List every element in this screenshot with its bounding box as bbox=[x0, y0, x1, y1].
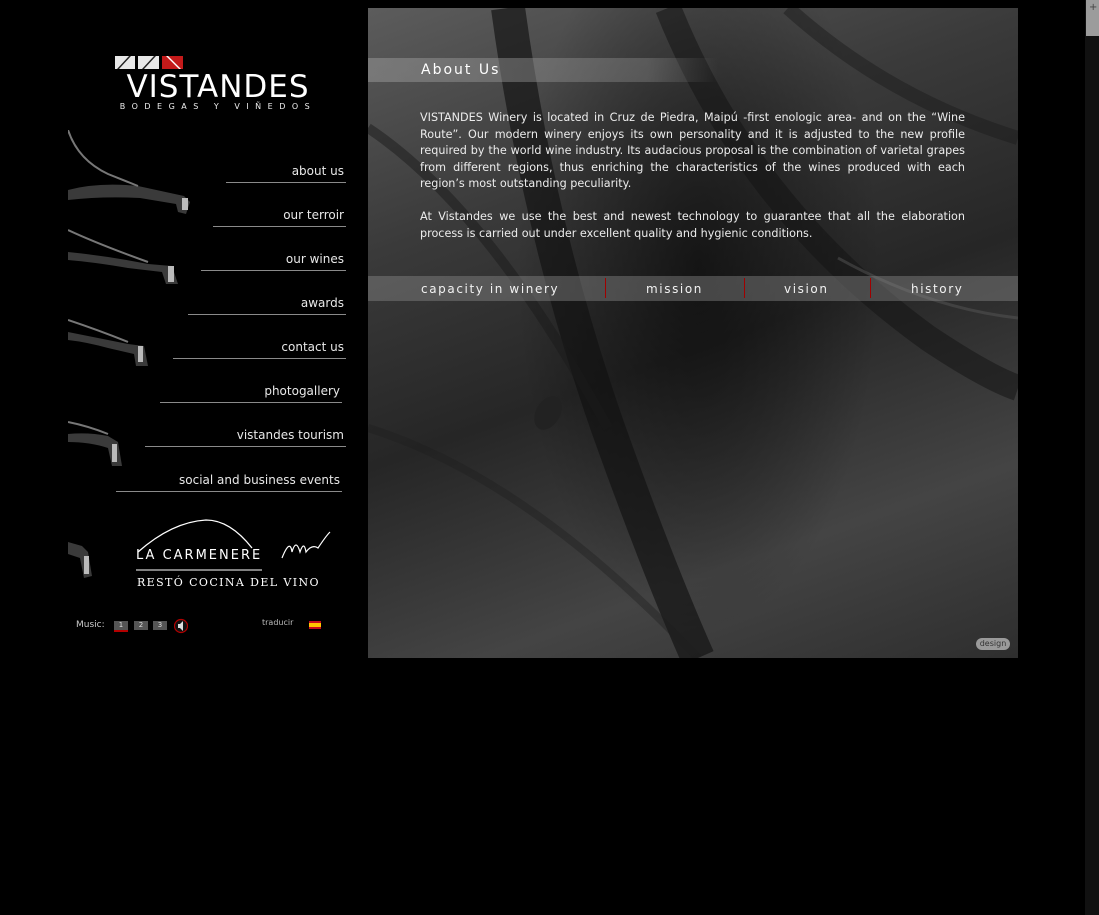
mute-speaker-icon[interactable] bbox=[174, 618, 188, 634]
tab-separator bbox=[870, 278, 871, 298]
restaurant-underline bbox=[136, 569, 262, 571]
nav-item-our-wines[interactable]: our wines bbox=[201, 252, 346, 271]
music-label: Music: bbox=[76, 620, 105, 630]
about-paragraph-1: VISTANDES Winery is located in Cruz de P… bbox=[420, 111, 965, 191]
music-controls: Music: 1 2 3 traducir bbox=[76, 618, 336, 638]
bottle-image bbox=[68, 420, 122, 466]
nav-item-vistandes-tourism[interactable]: vistandes tourism bbox=[145, 428, 346, 447]
logo-stripes-icon bbox=[115, 56, 183, 69]
tab-separator bbox=[605, 278, 606, 298]
nav-item-photogallery[interactable]: photogallery bbox=[160, 384, 342, 403]
about-paragraph-2: At Vistandes we use the best and newest … bbox=[420, 210, 965, 240]
nav-item-our-terroir[interactable]: our terroir bbox=[213, 208, 346, 227]
tab-vision[interactable]: vision bbox=[784, 282, 829, 296]
nav-item-awards[interactable]: awards bbox=[188, 296, 346, 315]
title-bar: About Us bbox=[368, 58, 718, 82]
logo-tagline: BODEGAS Y VIÑEDOS bbox=[119, 102, 317, 111]
about-sub-tabs: capacity in winery mission vision histor… bbox=[368, 276, 1018, 301]
bottle-image bbox=[68, 318, 148, 366]
translate-link[interactable]: traducir bbox=[262, 618, 293, 627]
tab-mission[interactable]: mission bbox=[646, 282, 703, 296]
scrollbar-thumb[interactable] bbox=[1086, 0, 1099, 36]
restaurant-tagline: RESTÓ COCINA DEL VINO bbox=[137, 576, 320, 589]
bottle-image bbox=[68, 542, 92, 578]
logo-wordmark: VISTANDES bbox=[126, 69, 310, 105]
tab-separator bbox=[744, 278, 745, 298]
content-panel: About Us VISTANDES Winery is located in … bbox=[368, 8, 1018, 658]
vistandes-logo[interactable]: VISTANDES BODEGAS Y VIÑEDOS bbox=[112, 54, 324, 116]
barrel-background-image bbox=[368, 8, 1018, 658]
spanish-flag-icon[interactable] bbox=[309, 621, 321, 629]
bottle-image bbox=[68, 130, 190, 214]
nav-item-contact-us[interactable]: contact us bbox=[173, 340, 346, 359]
music-track-3-button[interactable]: 3 bbox=[153, 621, 167, 630]
design-credit-badge[interactable]: design bbox=[976, 638, 1010, 650]
nav-item-social-business-events[interactable]: social and business events bbox=[116, 473, 342, 492]
tab-history[interactable]: history bbox=[911, 282, 963, 296]
tab-capacity-in-winery[interactable]: capacity in winery bbox=[421, 282, 559, 296]
la-carmenere-logo[interactable]: LA CARMENERE RESTÓ COCINA DEL VINO bbox=[132, 518, 338, 592]
bottle-image bbox=[68, 226, 178, 284]
nav-item-about-us[interactable]: about us bbox=[226, 164, 346, 183]
page-title: About Us bbox=[421, 62, 501, 78]
music-track-2-button[interactable]: 2 bbox=[134, 621, 148, 630]
music-track-1-button[interactable]: 1 bbox=[114, 621, 128, 632]
restaurant-name: LA CARMENERE bbox=[136, 548, 263, 563]
vertical-scrollbar[interactable] bbox=[1085, 0, 1099, 915]
